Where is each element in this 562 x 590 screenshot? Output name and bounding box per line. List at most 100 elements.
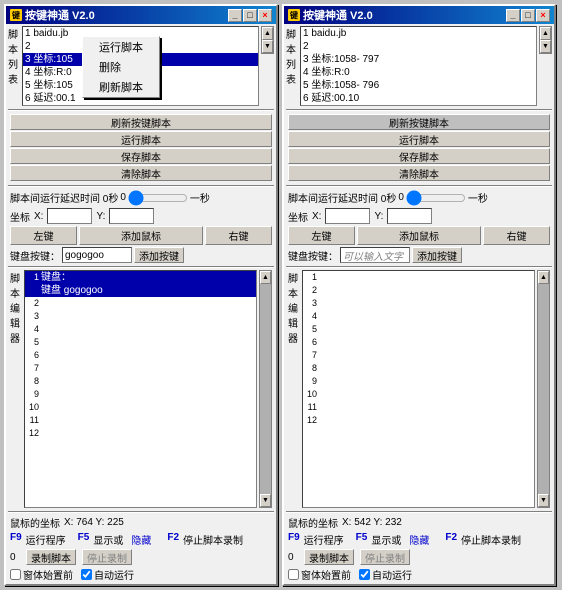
line-content [319,297,534,310]
mouse-btn-1-left[interactable]: 添加鼠标 [79,226,203,245]
editor-line-row[interactable]: 2 [25,297,256,310]
action-btn-2-left[interactable]: 保存脚本 [10,148,272,164]
x-input-left[interactable] [47,208,92,224]
mouse-btn-0-left[interactable]: 左键 [10,226,77,245]
minimize-btn-left[interactable]: _ [228,9,242,22]
scrollbar-right[interactable]: ▲ ▼ [539,26,552,54]
maximize-btn-right[interactable]: □ [521,9,535,22]
editor-line-row[interactable]: 9 [25,388,256,401]
editor-line-row[interactable]: 11 [303,401,534,414]
checkbox-1-left[interactable] [81,569,92,580]
editor-line-row[interactable]: 4 [303,310,534,323]
editor-line-row[interactable]: 7 [25,362,256,375]
delay-slider-left[interactable] [128,192,188,204]
editor-line-row[interactable]: 12 [25,427,256,440]
scroll-up-btn[interactable]: ▲ [262,27,273,40]
editor-section-left: 脚本编辑器1键盘：键盘 gogogoo23456789101112 ▲ ▼ [8,270,274,508]
editor-line-row[interactable]: 2 [303,284,534,297]
action-btn-3-left[interactable]: 清除脚本 [10,165,272,181]
editor-line-row[interactable]: 3 [25,310,256,323]
editor-label-char: 脚 [10,270,22,285]
maximize-btn-left[interactable]: □ [243,9,257,22]
divider-4-left [8,511,274,512]
list-item[interactable]: 2 [301,40,536,53]
editor-line-row[interactable]: 8 [25,375,256,388]
editor-scroll-down[interactable]: ▼ [260,494,271,507]
editor-line-row[interactable]: 10 [303,388,534,401]
context-menu-item[interactable]: 删除 [83,57,159,77]
editor-line-row[interactable]: 6 [25,349,256,362]
editor-line-row[interactable]: 7 [303,349,534,362]
editor-line-row[interactable]: 12 [303,414,534,427]
kb-input-left[interactable] [62,247,132,263]
list-item[interactable]: 3 坐标:1058- 797 [301,53,536,66]
list-item[interactable]: 4 坐标:R:0 [301,66,536,79]
editor-scrollbar-right[interactable]: ▲ ▼ [537,270,550,508]
editor-listbox-left[interactable]: 1键盘：键盘 gogogoo23456789101112 [24,270,257,508]
list-item[interactable]: 7 [23,105,258,106]
checkbox-0-left[interactable] [10,569,21,580]
script-listbox-right[interactable]: 1 baidu.jb23 坐标:1058- 7974 坐标:R:05 坐标:10… [300,26,537,106]
list-item[interactable]: 7 [301,105,536,106]
editor-scroll-up[interactable]: ▲ [538,271,549,284]
checkbox-0-right[interactable] [288,569,299,580]
close-btn-right[interactable]: × [536,9,550,22]
editor-scroll-up[interactable]: ▲ [260,271,271,284]
action-btn-1-right[interactable]: 运行脚本 [288,131,550,147]
minimize-btn-right[interactable]: _ [506,9,520,22]
y-input-left[interactable] [109,208,154,224]
close-btn-left[interactable]: × [258,9,272,22]
editor-scroll-track[interactable] [538,284,549,494]
editor-scroll-down[interactable]: ▼ [538,494,549,507]
y-input-right[interactable] [387,208,432,224]
scroll-up-btn[interactable]: ▲ [540,27,551,40]
editor-line-row[interactable]: 1键盘： [25,271,256,284]
mouse-btn-2-left[interactable]: 右键 [205,226,272,245]
editor-line-row[interactable]: 键盘 gogogoo [25,284,256,297]
delay-slider-right[interactable] [406,192,466,204]
editor-line-row[interactable]: 11 [25,414,256,427]
action-btn-3-right[interactable]: 清除脚本 [288,165,550,181]
editor-line-row[interactable]: 6 [303,336,534,349]
mouse-btn-0-right[interactable]: 左键 [288,226,355,245]
list-label-char: 本 [286,41,298,56]
action-btn-0-left[interactable]: 刷新按键脚本 [10,114,272,130]
editor-line-row[interactable]: 3 [303,297,534,310]
action-btn-2-right[interactable]: 保存脚本 [288,148,550,164]
record-btn-right[interactable]: 录制脚本 [304,549,354,565]
editor-scrollbar-left[interactable]: ▲ ▼ [259,270,272,508]
context-menu-item[interactable]: 运行脚本 [83,37,159,57]
stop-btn-left[interactable]: 停止录制 [82,549,132,565]
action-btn-1-left[interactable]: 运行脚本 [10,131,272,147]
add-kb-btn-left[interactable]: 添加按键 [134,247,184,263]
x-input-right[interactable] [325,208,370,224]
action-btn-0-right[interactable]: 刷新按键脚本 [288,114,550,130]
scroll-down-btn[interactable]: ▼ [262,40,273,53]
editor-line-row[interactable]: 5 [303,323,534,336]
list-item[interactable]: 5 坐标:1058- 796 [301,79,536,92]
list-item[interactable]: 6 延迟:00.10 [301,92,536,105]
editor-line-row[interactable]: 8 [303,362,534,375]
editor-line-row[interactable]: 10 [25,401,256,414]
mouse-btn-2-right[interactable]: 右键 [483,226,550,245]
kb-input-right[interactable] [340,247,410,263]
line-number: 7 [305,349,319,362]
editor-line-row[interactable]: 9 [303,375,534,388]
editor-listbox-right[interactable]: 123456789101112 [302,270,535,508]
stop-btn-right[interactable]: 停止录制 [360,549,410,565]
editor-line-row[interactable]: 5 [25,336,256,349]
scrollbar-left[interactable]: ▲ ▼ [261,26,274,54]
record-btn-left[interactable]: 录制脚本 [26,549,76,565]
checkbox-1-right[interactable] [359,569,370,580]
scroll-down-btn[interactable]: ▼ [540,40,551,53]
add-kb-btn-right[interactable]: 添加按键 [412,247,462,263]
editor-scroll-track[interactable] [260,284,271,494]
line-content [41,336,256,349]
editor-line-row[interactable]: 4 [25,323,256,336]
mouse-btn-1-right[interactable]: 添加鼠标 [357,226,481,245]
editor-line-row[interactable]: 1 [303,271,534,284]
list-item[interactable]: 1 baidu.jb [301,27,536,40]
context-menu-item[interactable]: 刷新脚本 [83,77,159,97]
editor-label-char: 脚 [288,270,300,285]
line-content [319,414,534,427]
